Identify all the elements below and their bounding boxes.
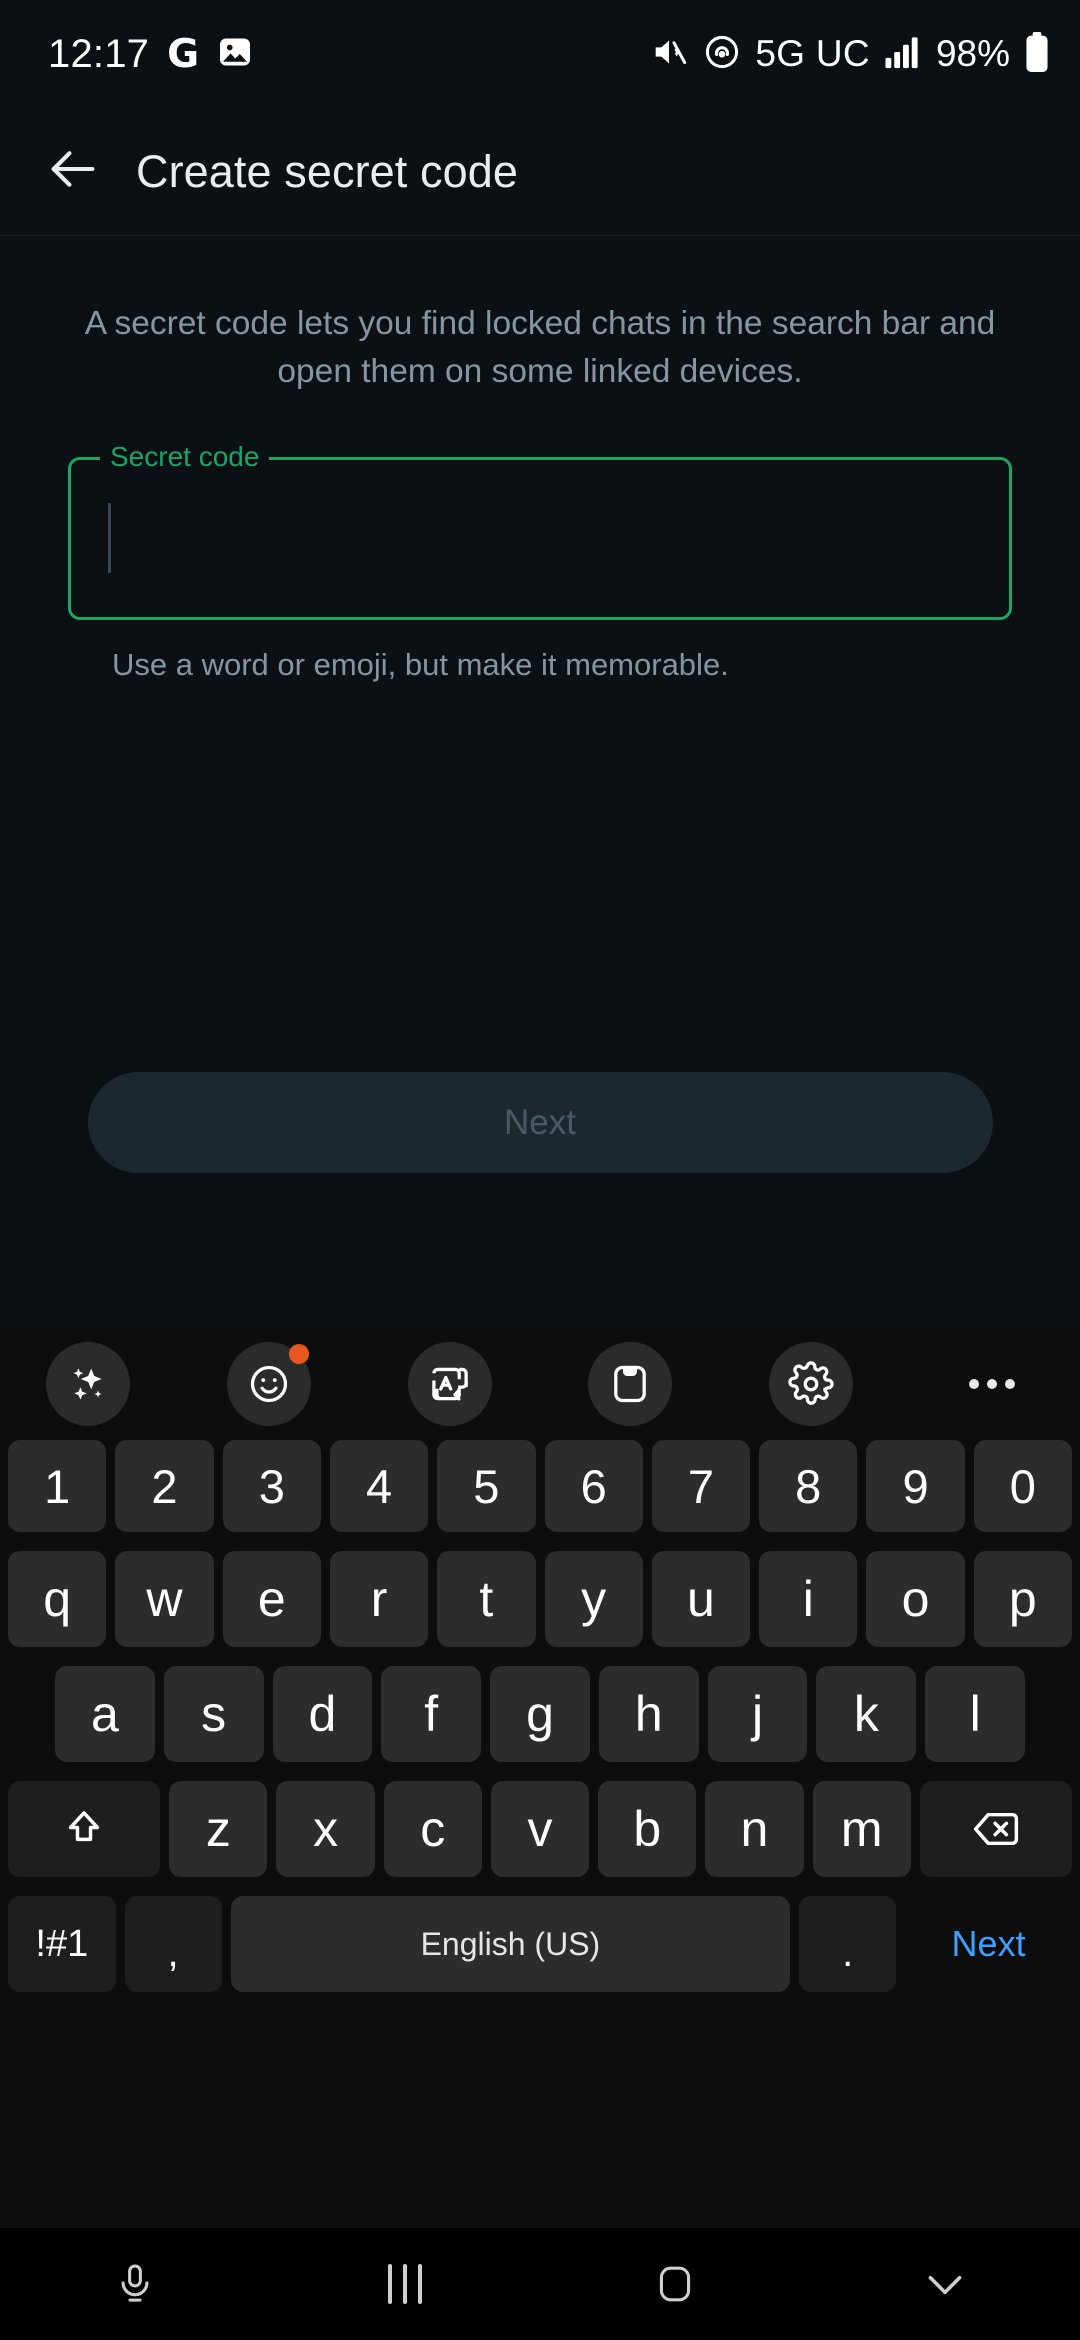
key-b[interactable]: b xyxy=(598,1781,697,1877)
status-bar-left: 12:17 G xyxy=(48,32,253,77)
key-t[interactable]: t xyxy=(437,1551,536,1647)
field-outline xyxy=(68,457,1012,621)
description-text: A secret code lets you find locked chats… xyxy=(84,305,996,390)
phone-screen: 12:17 G 5G UC 98% Create secret code A s… xyxy=(0,0,1080,2340)
keyboard: 1 2 3 4 5 6 7 8 9 0 q w e r t y u i o p … xyxy=(0,1328,1080,2340)
back-arrow-icon[interactable] xyxy=(44,140,102,203)
shift-icon[interactable] xyxy=(8,1781,161,1877)
key-n[interactable]: n xyxy=(705,1781,804,1877)
key-2[interactable]: 2 xyxy=(115,1440,214,1532)
key-5[interactable]: 5 xyxy=(437,1440,536,1532)
key-4[interactable]: 4 xyxy=(329,1440,429,1532)
key-s[interactable]: s xyxy=(163,1666,264,1762)
battery-percent: 98% xyxy=(935,33,1010,74)
key-z[interactable]: z xyxy=(169,1781,268,1877)
status-time: 12:17 xyxy=(48,31,150,76)
keyboard-row-home: a s d f g h j k l xyxy=(8,1666,1072,1762)
photos-icon xyxy=(217,34,253,75)
status-bar-right: 5G UC 98% xyxy=(649,31,1050,77)
key-w[interactable]: w xyxy=(115,1551,214,1647)
helper-text: Use a word or emoji, but make it memorab… xyxy=(112,647,729,683)
secret-code-field[interactable]: Secret code xyxy=(68,443,1012,621)
key-y[interactable]: y xyxy=(544,1551,643,1647)
key-8[interactable]: 8 xyxy=(759,1440,858,1532)
key-m[interactable]: m xyxy=(812,1781,911,1877)
page-title: Create secret code xyxy=(136,145,518,197)
more-options-icon[interactable] xyxy=(950,1342,1034,1426)
key-1[interactable]: 1 xyxy=(8,1440,107,1532)
translate-icon[interactable] xyxy=(407,1342,492,1426)
key-f[interactable]: f xyxy=(381,1666,482,1762)
backspace-icon[interactable] xyxy=(919,1781,1072,1877)
next-button[interactable]: Next xyxy=(87,1072,993,1173)
key-r[interactable]: r xyxy=(329,1551,429,1647)
key-g[interactable]: g xyxy=(490,1666,590,1762)
key-a[interactable]: a xyxy=(54,1666,155,1762)
key-v[interactable]: v xyxy=(490,1781,590,1877)
keyboard-row-bottom: z x c v b n m xyxy=(8,1781,1072,1877)
ai-sparkle-icon[interactable] xyxy=(46,1342,130,1426)
key-x[interactable]: x xyxy=(276,1781,375,1877)
space-key[interactable]: English (US) xyxy=(230,1896,791,1992)
period-key[interactable]: . xyxy=(799,1896,897,1992)
key-k[interactable]: k xyxy=(816,1666,917,1762)
key-7[interactable]: 7 xyxy=(651,1440,751,1532)
app-bar: Create secret code xyxy=(0,108,1080,236)
keyboard-row-numbers: 1 2 3 4 5 6 7 8 9 0 xyxy=(8,1440,1072,1532)
key-d[interactable]: d xyxy=(272,1666,373,1762)
key-u[interactable]: u xyxy=(651,1551,751,1647)
next-button-container: Next xyxy=(0,1072,1080,1173)
clipboard-icon[interactable] xyxy=(588,1342,673,1426)
key-i[interactable]: i xyxy=(759,1551,858,1647)
key-c[interactable]: c xyxy=(383,1781,482,1877)
main-content: A secret code lets you find locked chats… xyxy=(0,237,1080,1328)
key-3[interactable]: 3 xyxy=(222,1440,321,1532)
network-type: 5G UC xyxy=(755,33,870,74)
microphone-icon[interactable] xyxy=(0,2261,270,2307)
overflow-dots xyxy=(968,1379,1015,1389)
mute-icon xyxy=(649,32,689,77)
status-bar: 12:17 G 5G UC 98% xyxy=(0,0,1080,108)
keyboard-row-function: !#1 , English (US) . Next xyxy=(8,1896,1072,1992)
comma-key[interactable]: , xyxy=(124,1896,222,1992)
key-e[interactable]: e xyxy=(222,1551,321,1647)
recents-bars xyxy=(388,2264,422,2304)
key-l[interactable]: l xyxy=(925,1666,1026,1762)
keyboard-toolbar xyxy=(0,1328,1080,1440)
keyboard-row-top: q w e r t y u i o p xyxy=(8,1551,1072,1647)
key-9[interactable]: 9 xyxy=(866,1440,965,1532)
emoji-icon[interactable] xyxy=(226,1342,311,1426)
notification-badge xyxy=(288,1344,309,1364)
home-icon[interactable] xyxy=(540,2262,810,2306)
settings-gear-icon[interactable] xyxy=(769,1342,854,1426)
navigation-bar xyxy=(0,2228,1080,2340)
key-0[interactable]: 0 xyxy=(973,1440,1072,1532)
google-g-icon: G xyxy=(167,31,200,77)
key-j[interactable]: j xyxy=(707,1666,808,1762)
chevron-down-icon[interactable] xyxy=(810,2259,1080,2309)
signal-icon xyxy=(884,35,922,74)
enter-key[interactable]: Next xyxy=(905,1896,1072,1992)
key-o[interactable]: o xyxy=(866,1551,965,1647)
symbols-key[interactable]: !#1 xyxy=(8,1896,116,1992)
field-label: Secret code xyxy=(100,443,270,472)
key-6[interactable]: 6 xyxy=(544,1440,643,1532)
key-q[interactable]: q xyxy=(8,1551,107,1647)
recents-icon[interactable] xyxy=(270,2264,540,2304)
key-p[interactable]: p xyxy=(973,1551,1072,1647)
text-cursor xyxy=(108,503,111,574)
hotspot-icon xyxy=(703,33,741,76)
key-h[interactable]: h xyxy=(598,1666,699,1762)
battery-icon xyxy=(1024,31,1050,77)
keyboard-rows: 1 2 3 4 5 6 7 8 9 0 q w e r t y u i o p … xyxy=(0,1440,1080,1992)
